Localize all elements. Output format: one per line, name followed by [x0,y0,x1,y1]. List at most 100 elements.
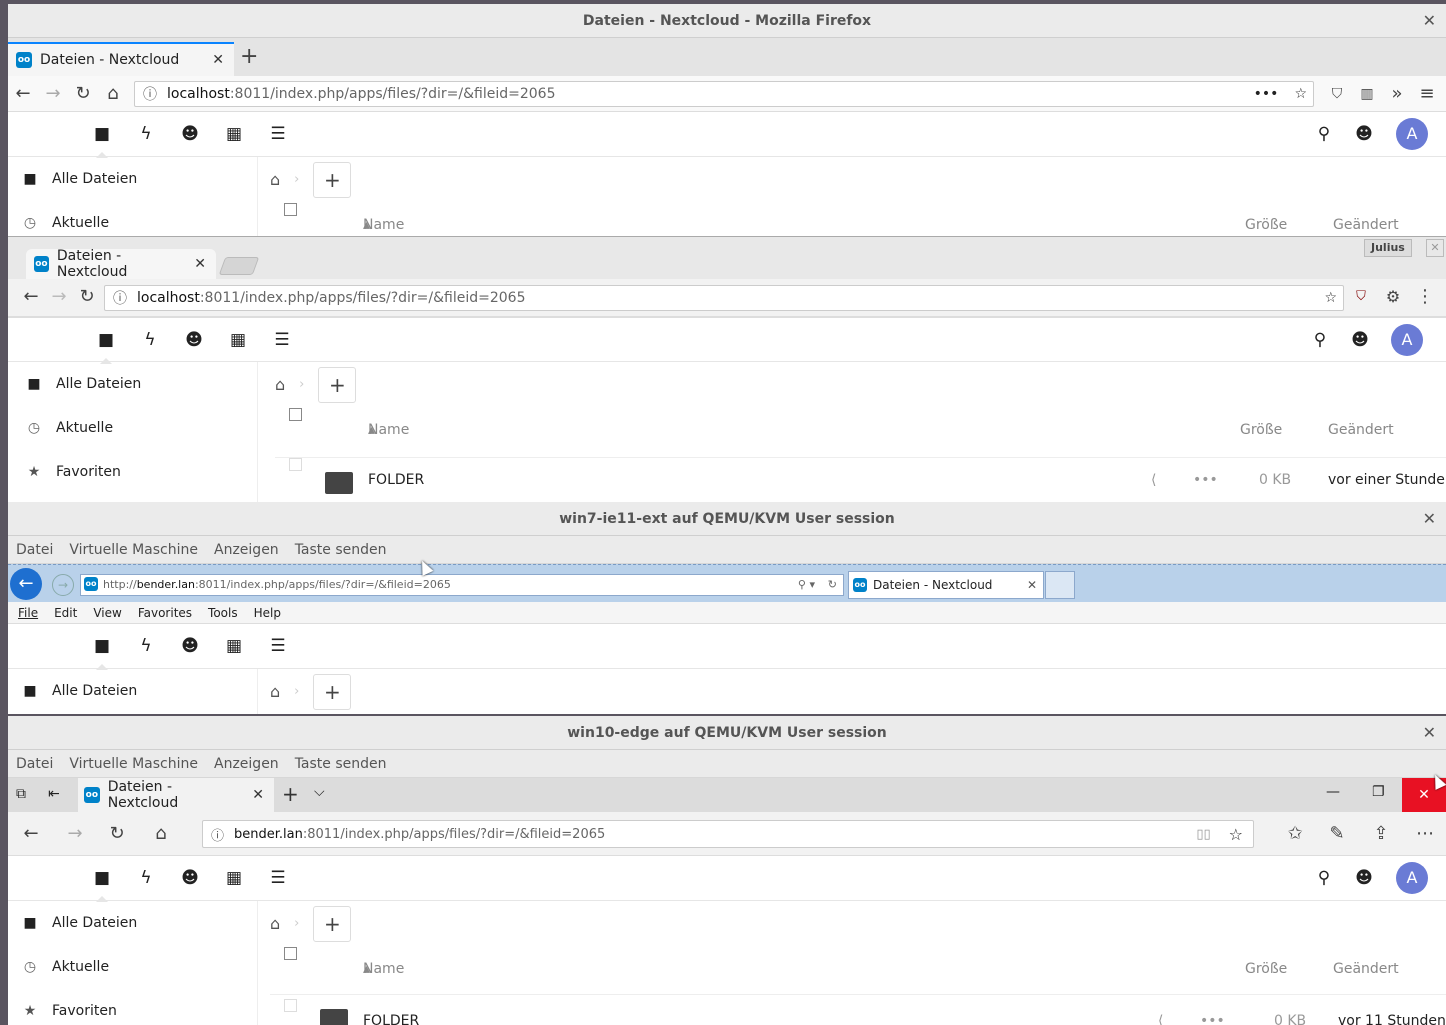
column-size[interactable]: Größe [1245,203,1287,236]
favorite-star-icon[interactable]: ☆ [1229,825,1243,844]
close-icon[interactable]: ✕ [1423,716,1436,750]
files-icon[interactable]: ■ [80,112,124,158]
column-size[interactable]: Größe [1240,408,1282,452]
column-name[interactable]: Name ▴ [363,947,404,991]
contacts-menu-icon[interactable]: ☻ [1342,856,1386,901]
back-icon[interactable]: ← [16,816,46,852]
tab-close-icon[interactable]: ✕ [252,787,264,803]
deck-icon[interactable]: ☰ [256,856,300,901]
column-size[interactable]: Größe [1245,947,1287,991]
files-icon[interactable]: ■ [80,624,124,670]
new-button[interactable]: + [313,161,352,198]
search-icon[interactable]: ⚲ ▾ [798,575,815,595]
chevron-down-icon[interactable]: ⌵ [314,784,325,800]
menu-edit[interactable]: Edit [54,606,77,620]
file-name[interactable]: FOLDER [363,999,419,1025]
menu-file[interactable]: File [18,606,38,620]
forward-icon[interactable]: → [44,279,74,315]
home-icon[interactable]: ⌂ [98,76,128,112]
ublock-icon[interactable]: ⛉ [1346,279,1376,315]
new-tab-button[interactable] [1045,571,1075,599]
firefox-tab[interactable]: oo Dateien - Nextcloud ✕ [8,42,234,76]
contacts-menu-icon[interactable]: ☻ [1342,112,1386,157]
minimize-icon[interactable]: — [1326,784,1340,800]
url-bar[interactable]: ⓘ localhost:8011/index.php/apps/files/?d… [104,285,1344,311]
tab-close-icon[interactable]: ✕ [1027,578,1037,592]
tabs-aside-icon[interactable]: ⧉ [16,786,26,802]
tab-close-icon[interactable]: ✕ [212,52,224,68]
edge-tab[interactable]: oo Dateien - Nextcloud ✕ [78,778,274,812]
close-icon[interactable]: ✕ [1426,239,1444,257]
overflow-icon[interactable]: » [1382,76,1412,112]
menu-taste-senden[interactable]: Taste senden [295,756,387,772]
new-button[interactable]: + [313,905,352,942]
restore-icon[interactable]: ❐ [1372,784,1385,800]
column-modified[interactable]: Geändert [1328,408,1394,452]
menu-favorites[interactable]: Favorites [138,606,192,620]
favorites-hub-icon[interactable]: ✩ [1280,816,1310,852]
contacts-icon[interactable]: ☻ [168,624,212,669]
avatar[interactable]: A [1396,118,1428,150]
back-icon[interactable]: ← [16,279,46,315]
menu-view[interactable]: View [93,606,121,620]
home-icon[interactable]: ⌂ [270,914,280,933]
sidebar-item-all-files[interactable]: ■ Alle Dateien [12,362,257,406]
reload-icon[interactable]: ↻ [68,76,98,112]
bookmark-star-icon[interactable]: ☆ [1324,290,1337,306]
menu-datei[interactable]: Datei [16,542,53,558]
new-tab-icon[interactable]: + [282,782,299,806]
column-modified[interactable]: Geändert [1333,203,1399,236]
pen-icon[interactable]: ✎ [1322,816,1352,852]
share-icon[interactable]: ⇪ [1366,816,1396,852]
menu-virtuelle-maschine[interactable]: Virtuelle Maschine [69,756,198,772]
sidebar-item-favorites[interactable]: ★ Favoriten [12,450,257,494]
select-all-checkbox[interactable] [284,947,297,960]
menu-icon[interactable]: ⋮ [1410,279,1440,315]
column-name[interactable]: Name ▴ [363,203,404,236]
info-icon[interactable]: ⓘ [211,825,224,844]
reload-icon[interactable]: ↻ [72,279,102,315]
calendar-icon[interactable]: ▦ [212,856,256,901]
table-row[interactable]: FOLDER ⟨ ••• 0 KB vor einer Stunde [275,457,1446,502]
sidebar-item-recent[interactable]: ◷ Aktuelle [8,945,257,989]
files-icon[interactable]: ■ [80,856,124,902]
row-checkbox[interactable] [284,999,297,1012]
contacts-icon[interactable]: ☻ [172,318,216,363]
deck-icon[interactable]: ☰ [260,318,304,363]
contacts-icon[interactable]: ☻ [168,856,212,901]
sidebar-item-all-files[interactable]: ■ Alle Dateien [8,901,257,945]
activity-icon[interactable]: ϟ [124,112,168,157]
search-icon[interactable]: ⚲ [1298,318,1342,363]
home-icon[interactable]: ⌂ [270,682,280,701]
menu-taste-senden[interactable]: Taste senden [295,542,387,558]
avatar[interactable]: A [1391,324,1423,356]
more-icon[interactable]: ⋯ [1410,816,1440,852]
menu-tools[interactable]: Tools [208,606,238,620]
set-aside-icon[interactable]: ⇤ [48,786,60,802]
menu-datei[interactable]: Datei [16,756,53,772]
home-icon[interactable]: ⌂ [275,375,285,394]
select-all-checkbox[interactable] [289,408,302,421]
url-bar[interactable]: ⓘ bender.lan:8011/index.php/apps/files/?… [202,820,1254,848]
contacts-icon[interactable]: ☻ [168,112,212,157]
chromium-tab[interactable]: oo Dateien - Nextcloud ✕ [26,248,216,280]
file-name[interactable]: FOLDER [368,458,424,502]
deck-icon[interactable]: ☰ [256,624,300,669]
page-actions-icon[interactable]: ••• [1254,86,1279,102]
new-button[interactable]: + [313,673,352,710]
activity-icon[interactable]: ϟ [128,318,172,363]
new-tab-icon[interactable]: + [240,44,258,69]
back-icon[interactable]: ← [10,568,42,600]
activity-icon[interactable]: ϟ [124,856,168,901]
home-icon[interactable]: ⌂ [146,816,176,852]
avatar[interactable]: A [1396,862,1428,894]
new-tab-button[interactable] [218,257,260,275]
extension-gear-icon[interactable]: ⚙ [1378,279,1408,315]
refresh-icon[interactable]: ↻ [102,816,132,852]
row-checkbox[interactable] [289,458,302,471]
info-icon[interactable]: ⓘ [143,84,157,104]
select-all-checkbox[interactable] [284,203,297,216]
reading-view-icon[interactable]: ▯▯ [1196,827,1210,842]
share-icon[interactable]: ⟨ [1158,999,1163,1025]
refresh-icon[interactable]: ↻ [828,575,837,595]
